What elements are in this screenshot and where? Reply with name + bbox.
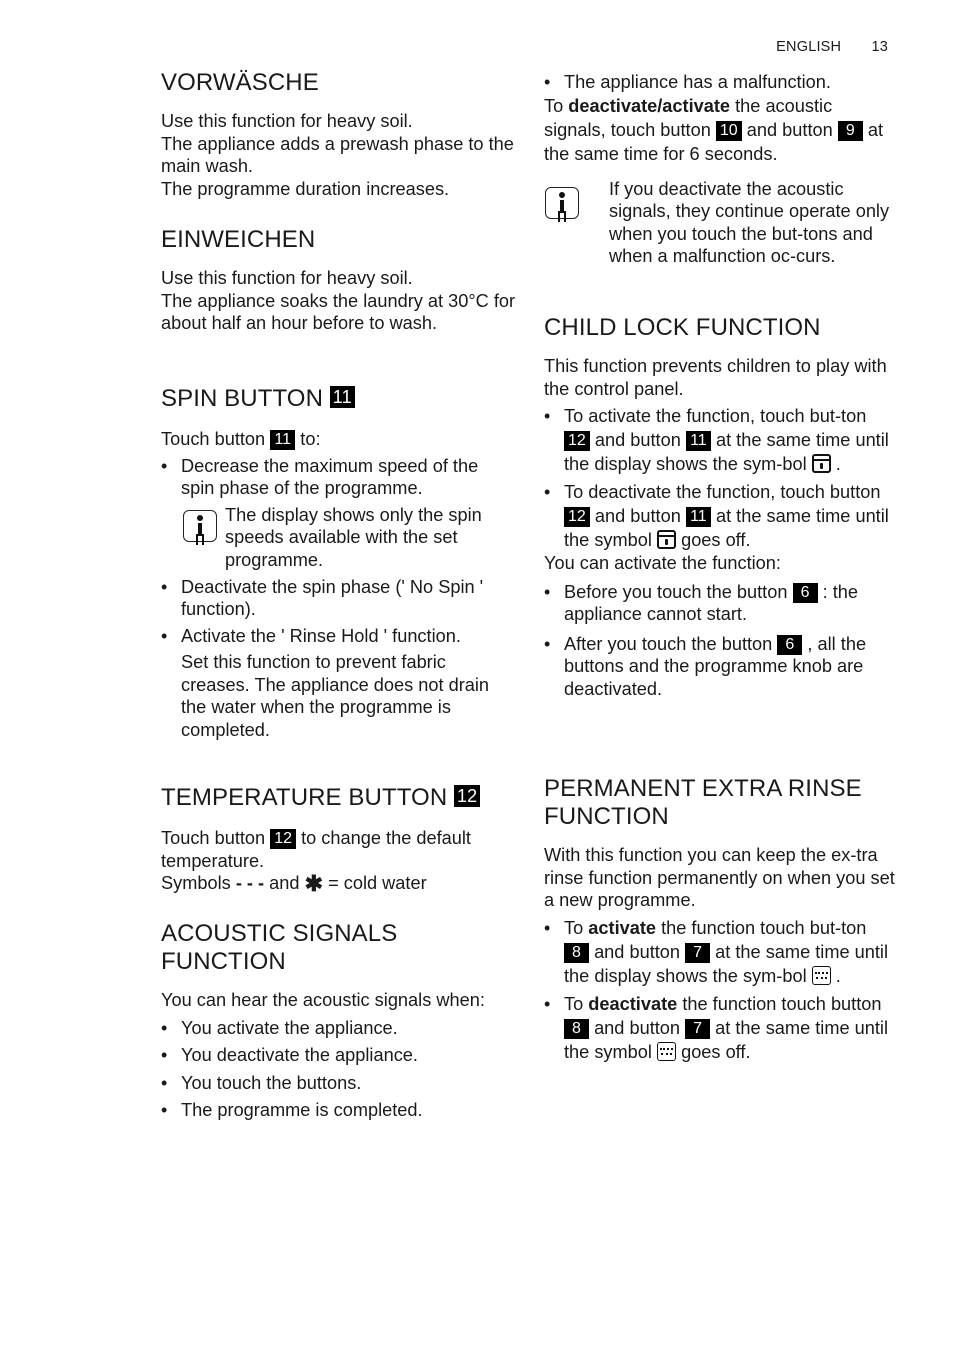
paragraph: The programme duration increases. <box>161 178 450 199</box>
button-number-badge: 12 <box>564 507 590 527</box>
section-title: SPIN BUTTON 11 <box>161 385 516 413</box>
page-header: ENGLISH 13 <box>776 39 888 55</box>
section-title: PERMANENT EXTRA RINSE FUNCTION <box>544 775 862 830</box>
button-number-badge: 8 <box>564 1018 589 1039</box>
button-number-badge: 12 <box>564 431 590 451</box>
button-number-badge: 12 <box>454 785 481 807</box>
cold-water-asterisk-icon: ✱ <box>304 871 324 896</box>
list-item: Decrease the maximum speed of the spin p… <box>161 455 516 500</box>
list-item: After you touch the button 6 , all the b… <box>544 633 896 701</box>
info-icon <box>183 509 217 542</box>
section-acoustic-signals: ACOUSTIC SIGNALS FUNCTION You can hear t… <box>161 920 516 1127</box>
info-icon <box>545 186 579 219</box>
list-item: To activate the function, touch but-ton … <box>544 404 896 476</box>
paragraph: Touch button 11 to: <box>161 429 321 450</box>
paragraph: To deactivate/activate the acoustic sign… <box>544 95 884 164</box>
list-item: To activate the function touch but-ton 8… <box>544 916 896 988</box>
section-temperature-button: TEMPERATURE BUTTON 12 Touch button 12 to… <box>161 784 516 895</box>
dashes-symbol: - - - <box>235 873 265 893</box>
section-vorwasche: VORWÄSCHE Use this function for heavy so… <box>161 69 516 200</box>
language-label: ENGLISH <box>776 39 842 55</box>
info-note: If you deactivate the acoustic signals, … <box>544 178 896 268</box>
child-lock-symbol-icon <box>657 530 677 549</box>
button-number-badge: 7 <box>685 942 711 963</box>
button-number-badge: 6 <box>792 582 818 603</box>
paragraph: Use this function for heavy soil. <box>161 111 413 131</box>
button-number-badge: 9 <box>837 120 863 141</box>
list-item: To deactivate the function touch button … <box>544 992 896 1064</box>
button-number-badge: 6 <box>777 634 803 655</box>
button-number-badge: 8 <box>564 942 589 963</box>
paragraph: Use this function for heavy soil. <box>161 268 413 288</box>
list-item: The programme is completed. <box>161 1099 516 1122</box>
list-item: You activate the appliance. <box>161 1017 516 1040</box>
paragraph: You can activate the function: <box>544 553 781 573</box>
section-title: VORWÄSCHE <box>161 69 319 96</box>
button-number-badge: 11 <box>685 507 711 527</box>
list-item: Activate the ' Rinse Hold ' function. <box>161 625 516 648</box>
paragraph: Symbols - - - and ✱ = cold water <box>161 871 427 896</box>
section-permanent-extra-rinse: PERMANENT EXTRA RINSE FUNCTION With this… <box>544 775 896 1068</box>
section-einweichen: EINWEICHEN Use this function for heavy s… <box>161 226 516 335</box>
list-item: You deactivate the appliance. <box>161 1044 516 1067</box>
list-item: Deactivate the spin phase (' No Spin ' f… <box>161 576 516 621</box>
child-lock-symbol-icon <box>811 454 831 473</box>
paragraph: You can hear the acoustic signals when: <box>161 990 485 1010</box>
section-title: ACOUSTIC SIGNALS FUNCTION <box>161 920 398 975</box>
paragraph: This function prevents children to play … <box>544 356 887 399</box>
extra-rinse-symbol-icon <box>657 1041 677 1061</box>
list-item: To deactivate the function, touch button… <box>544 480 896 552</box>
paragraph: With this function you can keep the ex-t… <box>544 845 895 910</box>
list-item: Before you touch the button 6 : the appl… <box>544 581 896 626</box>
page-number: 13 <box>871 39 888 55</box>
button-number-badge: 11 <box>329 386 355 408</box>
section-child-lock: CHILD LOCK FUNCTION This function preven… <box>544 314 896 704</box>
info-note: The display shows only the spin speeds a… <box>181 504 516 572</box>
paragraph: The appliance soaks the laundry at 30°C … <box>161 290 516 334</box>
button-number-badge: 11 <box>685 431 711 451</box>
extra-rinse-symbol-icon <box>811 965 831 985</box>
section-title: TEMPERATURE BUTTON 12 <box>161 784 516 812</box>
button-number-badge: 12 <box>270 829 297 849</box>
list-item: The appliance has a malfunction. <box>544 71 896 94</box>
paragraph: Set this function to prevent fabric crea… <box>181 652 490 740</box>
button-number-badge: 7 <box>685 1018 711 1039</box>
section-title: CHILD LOCK FUNCTION <box>544 314 821 341</box>
button-number-badge: 11 <box>270 430 296 450</box>
section-spin-button: SPIN BUTTON 11 Touch button 11 to: Decre… <box>161 385 516 741</box>
section-title: EINWEICHEN <box>161 226 316 253</box>
section-acoustic-continued: The appliance has a malfunction. To deac… <box>544 71 896 268</box>
list-item: You touch the buttons. <box>161 1072 516 1095</box>
paragraph: Touch button 12 to change the default te… <box>161 828 471 871</box>
button-number-badge: 10 <box>715 120 742 141</box>
paragraph: The appliance adds a prewash phase to th… <box>161 133 514 177</box>
